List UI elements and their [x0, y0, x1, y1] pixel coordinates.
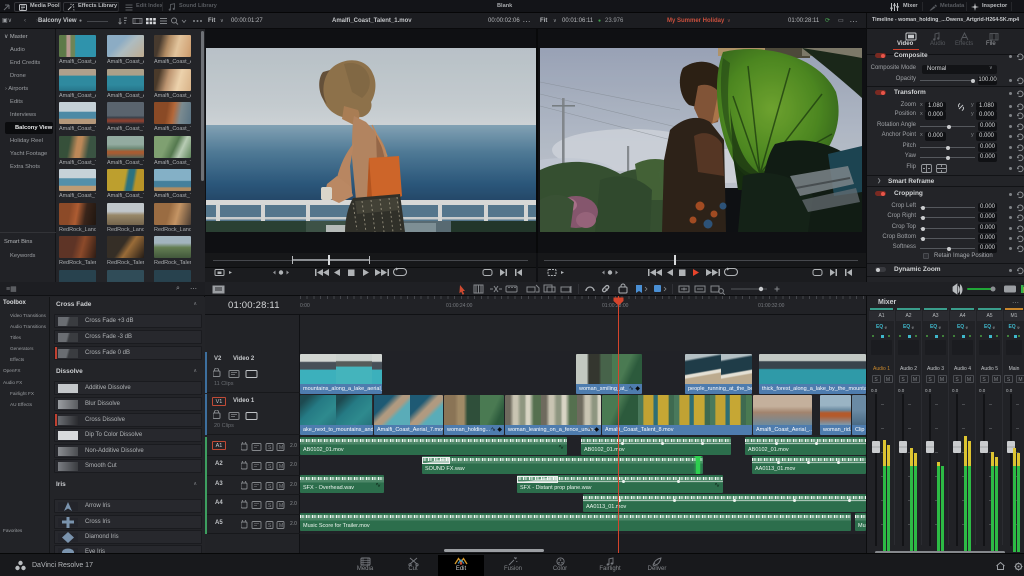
svg-text:M: M	[279, 464, 283, 470]
svg-text:M: M	[279, 445, 283, 451]
svg-text:M: M	[279, 503, 283, 509]
svg-text:M: M	[279, 484, 283, 490]
svg-text:M: M	[279, 523, 283, 529]
